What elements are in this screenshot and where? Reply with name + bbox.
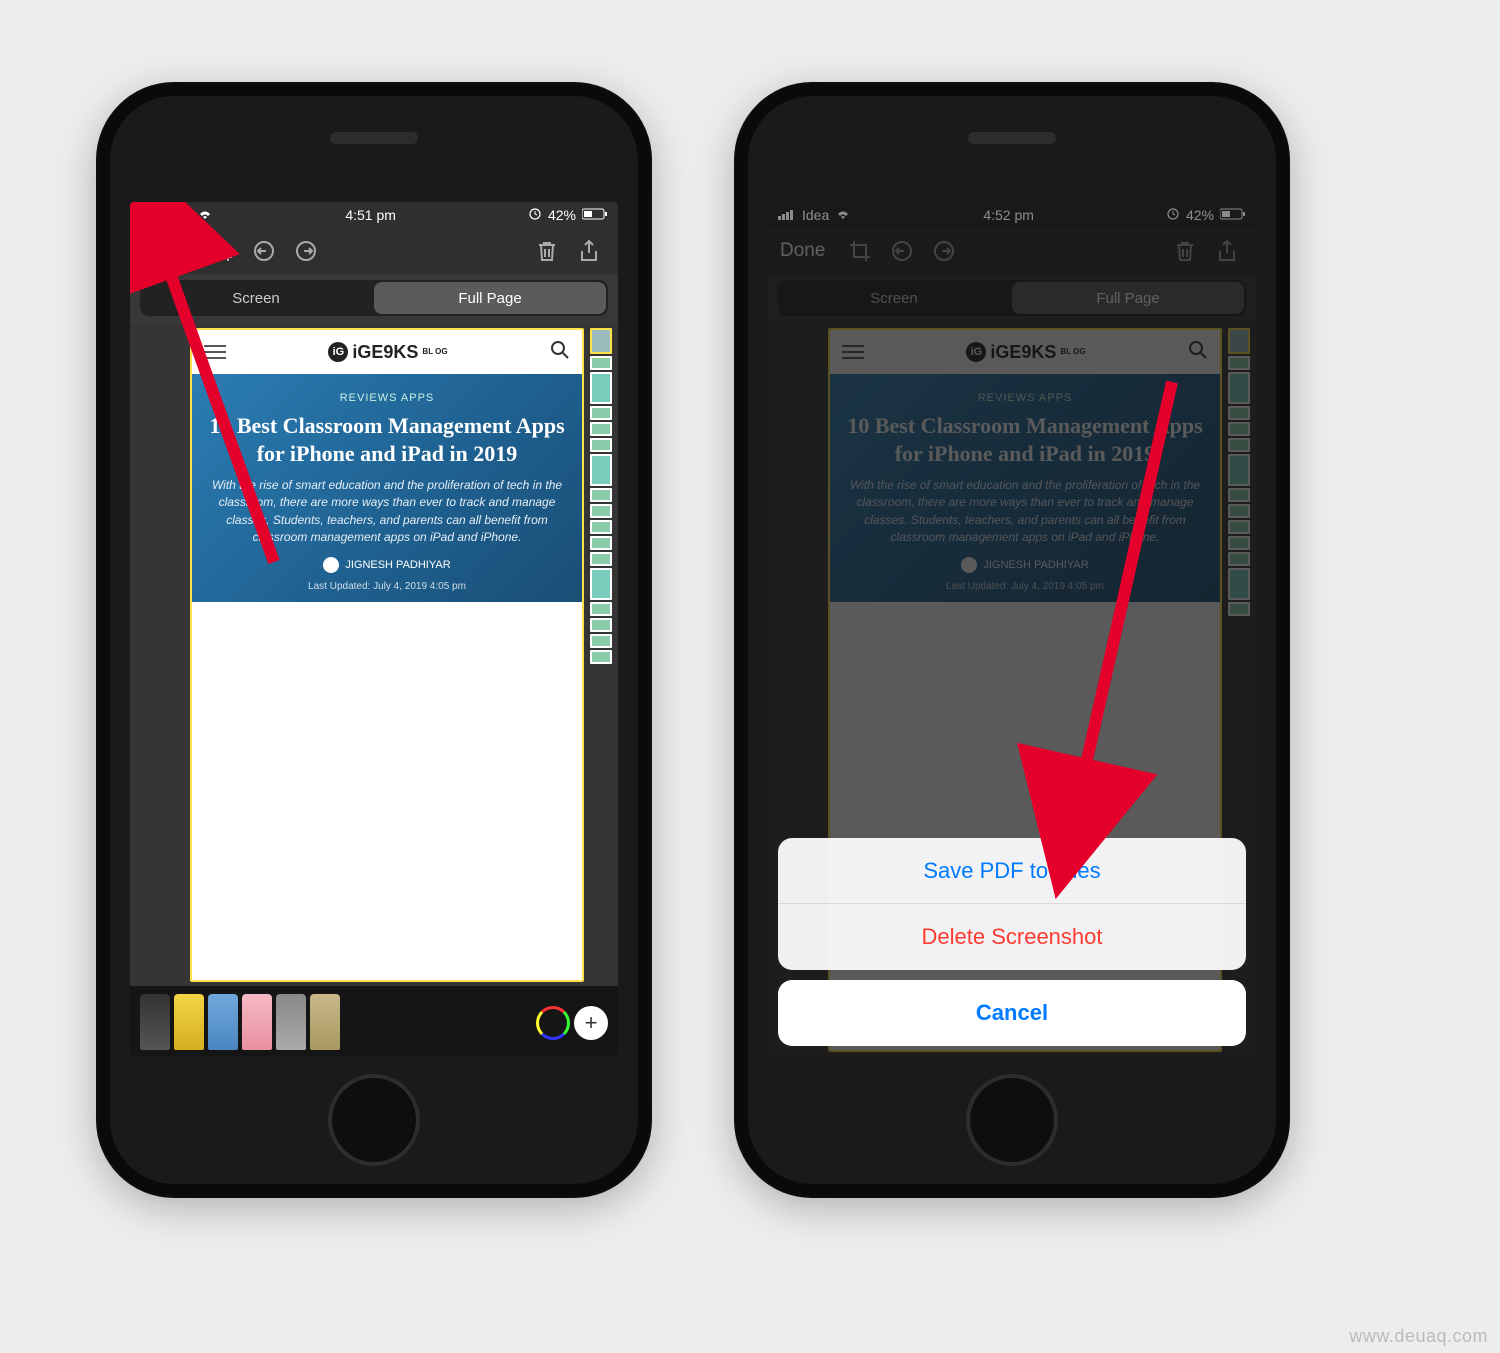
site-logo: iG iGE9KS BL OG bbox=[328, 342, 447, 363]
pen-tool[interactable] bbox=[140, 994, 170, 1050]
thumb-item[interactable] bbox=[590, 650, 612, 664]
article-updated: Last Updated: July 4, 2019 4:05 pm bbox=[206, 581, 568, 592]
marker-tool[interactable] bbox=[208, 994, 238, 1050]
thumb-item[interactable] bbox=[590, 328, 612, 354]
thumb-item[interactable] bbox=[590, 422, 612, 436]
action-sheet-group: Save PDF to Files Delete Screenshot bbox=[778, 838, 1246, 970]
status-bar: Idea 4:51 pm 42% bbox=[130, 202, 618, 228]
color-picker-icon[interactable] bbox=[536, 1006, 570, 1040]
watermark-label: www.deuaq.com bbox=[1349, 1326, 1488, 1347]
battery-label: 42% bbox=[548, 207, 576, 223]
battery-icon bbox=[582, 207, 608, 223]
share-icon[interactable] bbox=[572, 234, 606, 268]
thumb-item[interactable] bbox=[590, 602, 612, 616]
segment-fullpage[interactable]: Full Page bbox=[374, 282, 606, 314]
add-button[interactable]: + bbox=[574, 1006, 608, 1040]
thumb-item[interactable] bbox=[590, 504, 612, 518]
wifi-icon bbox=[197, 207, 213, 223]
rotation-lock-icon bbox=[528, 207, 542, 224]
logo-badge-icon: iG bbox=[328, 342, 348, 362]
carrier-label: Idea bbox=[164, 207, 191, 223]
eraser-tool[interactable] bbox=[242, 994, 272, 1050]
thumb-item[interactable] bbox=[590, 568, 612, 600]
thumb-item[interactable] bbox=[590, 618, 612, 632]
thumb-item[interactable] bbox=[590, 406, 612, 420]
pencil-tool[interactable] bbox=[276, 994, 306, 1050]
thumb-item[interactable] bbox=[590, 488, 612, 502]
speaker-grille bbox=[330, 132, 418, 144]
home-button[interactable] bbox=[328, 1074, 420, 1166]
thumb-item[interactable] bbox=[590, 634, 612, 648]
search-icon[interactable] bbox=[550, 340, 570, 365]
screen-right: Idea 4:52 pm 42% bbox=[768, 202, 1256, 1056]
delete-screenshot-button[interactable]: Delete Screenshot bbox=[778, 904, 1246, 970]
save-pdf-button[interactable]: Save PDF to Files bbox=[778, 838, 1246, 904]
markup-tools: + bbox=[130, 986, 618, 1056]
home-button[interactable] bbox=[966, 1074, 1058, 1166]
thumb-item[interactable] bbox=[590, 520, 612, 534]
logo-text: iGE9KS bbox=[352, 342, 418, 363]
thumb-item[interactable] bbox=[590, 356, 612, 370]
annotation-arrow-icon bbox=[130, 232, 304, 577]
annotation-arrow-icon bbox=[1042, 372, 1202, 807]
speaker-grille bbox=[968, 132, 1056, 144]
action-sheet-overlay[interactable]: Save PDF to Files Delete Screenshot Canc… bbox=[768, 202, 1256, 1056]
thumb-item[interactable] bbox=[590, 536, 612, 550]
thumb-item[interactable] bbox=[590, 454, 612, 486]
logo-suffix: BL OG bbox=[422, 348, 447, 356]
trash-icon[interactable] bbox=[530, 234, 564, 268]
thumb-item[interactable] bbox=[590, 552, 612, 566]
thumb-item[interactable] bbox=[590, 372, 612, 404]
author-avatar-icon bbox=[323, 557, 339, 573]
screen-left: Idea 4:51 pm 42% bbox=[130, 202, 618, 1056]
phone-left: Idea 4:51 pm 42% bbox=[96, 82, 652, 1198]
thumb-item[interactable] bbox=[590, 438, 612, 452]
phone-right: Idea 4:52 pm 42% bbox=[734, 82, 1290, 1198]
clock-label: 4:51 pm bbox=[345, 207, 396, 223]
cancel-button[interactable]: Cancel bbox=[778, 980, 1246, 1046]
author-name: JIGNESH PADHIYAR bbox=[345, 559, 450, 571]
article-body bbox=[192, 602, 582, 980]
thumbnail-rail[interactable] bbox=[590, 328, 612, 982]
highlighter-tool[interactable] bbox=[174, 994, 204, 1050]
ruler-tool[interactable] bbox=[310, 994, 340, 1050]
signal-icon bbox=[140, 207, 158, 223]
